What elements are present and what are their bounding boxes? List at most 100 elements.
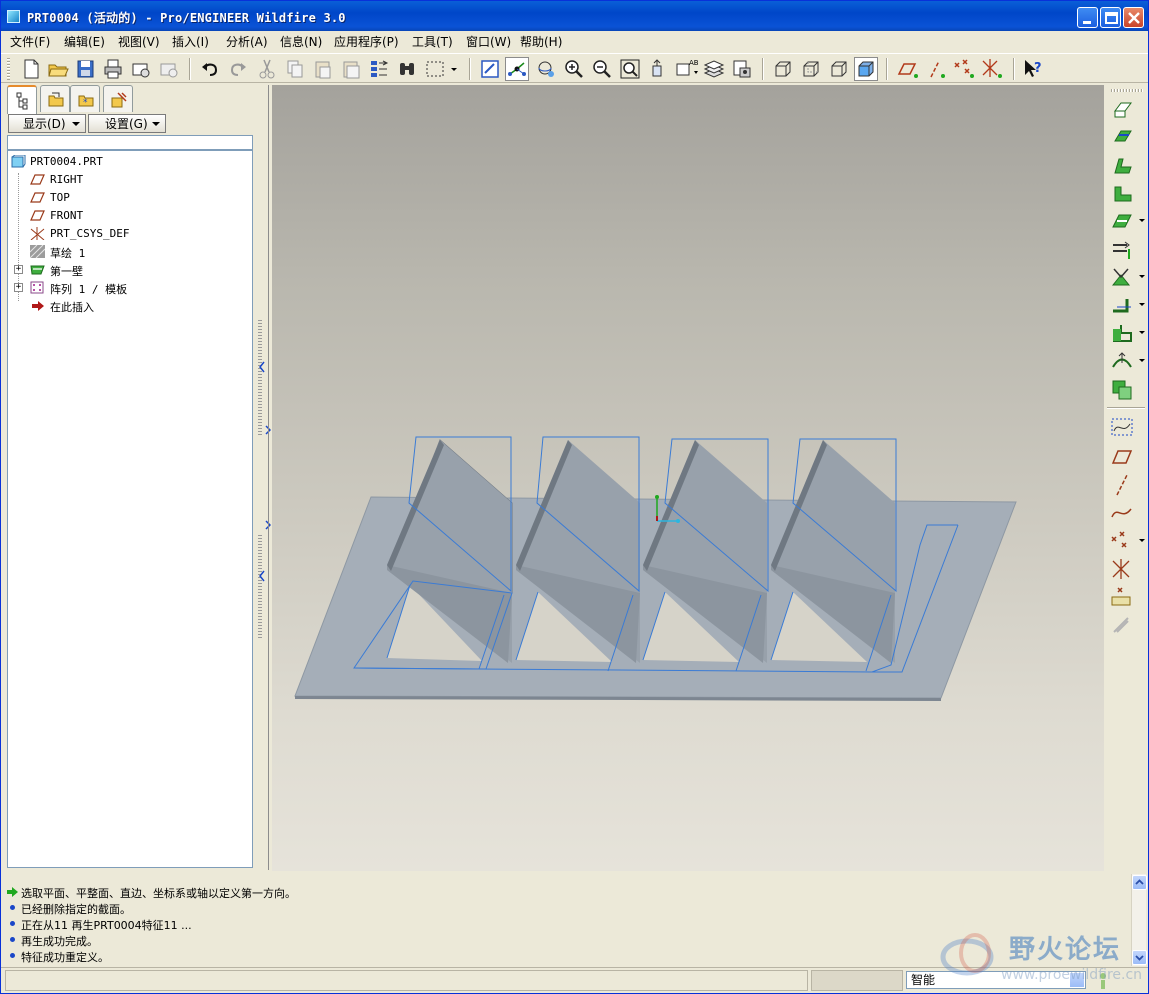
show-dropdown[interactable]: 显示(D) bbox=[8, 114, 86, 133]
tree-item-insert-here[interactable]: 在此插入 bbox=[30, 297, 230, 315]
datum-axes-toggle[interactable] bbox=[923, 57, 947, 81]
message-scrollbar[interactable] bbox=[1131, 874, 1147, 966]
csys-toggle[interactable] bbox=[979, 57, 1003, 81]
graphics-window[interactable] bbox=[272, 85, 1104, 871]
open-file-button[interactable] bbox=[46, 57, 70, 81]
new-file-button[interactable] bbox=[19, 57, 43, 81]
datum-point-button[interactable] bbox=[1109, 529, 1145, 553]
flange-wall-button[interactable] bbox=[1109, 153, 1135, 177]
tree-item-label: 阵列 1 / 模板 bbox=[50, 283, 128, 296]
datum-curve-button[interactable] bbox=[1109, 501, 1135, 525]
datum-axis-button[interactable] bbox=[1109, 473, 1135, 497]
tab-favorites[interactable]: * bbox=[70, 85, 100, 112]
scroll-up-button[interactable] bbox=[1132, 875, 1147, 890]
selection-filter[interactable]: 智能 bbox=[906, 971, 1086, 989]
no-hidden-button[interactable] bbox=[827, 57, 851, 81]
cut-feature-button[interactable] bbox=[1109, 265, 1145, 289]
tab-connections[interactable] bbox=[103, 85, 133, 112]
extend-wall-button[interactable] bbox=[1109, 181, 1135, 205]
scroll-down-button[interactable] bbox=[1132, 950, 1147, 965]
orient-mode-button[interactable] bbox=[534, 57, 558, 81]
toolbar-grip[interactable] bbox=[7, 58, 10, 80]
datum-plane-button[interactable] bbox=[1109, 445, 1135, 469]
datum-planes-toggle[interactable] bbox=[895, 57, 919, 81]
chevron-down-icon[interactable] bbox=[1139, 303, 1145, 306]
tree-item-sketch[interactable]: 草绘 1 bbox=[30, 243, 230, 261]
rip-button[interactable] bbox=[1109, 237, 1135, 261]
repaint-button[interactable] bbox=[478, 57, 502, 81]
minimize-button[interactable] bbox=[1077, 7, 1098, 28]
send-mail-button[interactable] bbox=[129, 57, 153, 81]
menu-file[interactable]: 文件(F) bbox=[10, 33, 50, 50]
layers-button[interactable] bbox=[702, 57, 726, 81]
collapse-left-icon[interactable] bbox=[258, 360, 266, 374]
tree-item-pattern[interactable]: 阵列 1 / 模板 bbox=[30, 279, 230, 297]
menu-tools[interactable]: 工具(T) bbox=[412, 33, 453, 50]
style-button[interactable] bbox=[1109, 415, 1135, 439]
tree-item-part[interactable]: PRT0004.PRT bbox=[11, 153, 211, 171]
tree-item-front[interactable]: FRONT bbox=[30, 207, 230, 225]
menu-view[interactable]: 视图(V) bbox=[118, 33, 160, 50]
flat-wall-button[interactable] bbox=[1109, 125, 1135, 149]
spin-center-button[interactable] bbox=[505, 57, 529, 81]
zoom-out-button[interactable] bbox=[590, 57, 614, 81]
rip-icon bbox=[1113, 241, 1130, 259]
tab-folder-browser[interactable] bbox=[40, 85, 70, 112]
menu-analysis[interactable]: 分析(A) bbox=[226, 33, 268, 50]
chevron-down-icon[interactable] bbox=[1139, 275, 1145, 278]
insert-here-arrow-icon bbox=[32, 301, 44, 311]
saved-views-button[interactable]: AB bbox=[674, 57, 699, 81]
expand-toggle[interactable]: + bbox=[14, 265, 23, 274]
tab-model-tree[interactable] bbox=[7, 85, 37, 114]
chevron-down-icon[interactable] bbox=[1139, 359, 1145, 362]
tree-item-csys[interactable]: PRT_CSYS_DEF bbox=[30, 225, 230, 243]
bend-button[interactable] bbox=[1109, 293, 1145, 317]
collapse-left-icon[interactable] bbox=[258, 569, 266, 583]
shading-button[interactable] bbox=[854, 57, 878, 81]
sheetmetal-model[interactable] bbox=[272, 85, 1104, 871]
tree-filter-bar[interactable] bbox=[7, 135, 253, 150]
toolbar-grip[interactable] bbox=[1111, 89, 1143, 92]
zoom-in-button[interactable] bbox=[562, 57, 586, 81]
datum-points-toggle[interactable] bbox=[951, 57, 975, 81]
maximize-button[interactable] bbox=[1100, 7, 1121, 28]
undo-button[interactable] bbox=[198, 57, 222, 81]
menu-info[interactable]: 信息(N) bbox=[280, 33, 322, 50]
datum-csys-button[interactable] bbox=[1109, 557, 1135, 581]
menu-edit[interactable]: 编辑(E) bbox=[64, 33, 105, 50]
unbend-button[interactable] bbox=[1109, 321, 1145, 345]
settings-dropdown[interactable]: 设置(G) bbox=[88, 114, 166, 133]
selection-box-button[interactable] bbox=[423, 57, 459, 81]
menu-help[interactable]: 帮助(H) bbox=[520, 33, 562, 50]
refit-button[interactable] bbox=[618, 57, 642, 81]
chevron-down-icon[interactable] bbox=[1139, 219, 1145, 222]
menu-window[interactable]: 窗口(W) bbox=[466, 33, 511, 50]
unattached-wall-button[interactable] bbox=[1109, 97, 1135, 121]
view-manager-button[interactable] bbox=[730, 57, 754, 81]
bend-back-button[interactable] bbox=[1109, 349, 1145, 373]
close-button[interactable] bbox=[1123, 7, 1144, 28]
tree-item-right[interactable]: RIGHT bbox=[30, 171, 230, 189]
reorient-button[interactable] bbox=[646, 57, 670, 81]
hidden-line-button[interactable] bbox=[799, 57, 823, 81]
wireframe-button[interactable] bbox=[771, 57, 795, 81]
save-button[interactable] bbox=[73, 57, 97, 81]
chevron-down-icon[interactable] bbox=[1139, 331, 1145, 334]
menu-applications[interactable]: 应用程序(P) bbox=[334, 33, 399, 50]
flat-pattern-icon bbox=[1112, 380, 1132, 400]
find-button[interactable] bbox=[395, 57, 419, 81]
flat-pattern-button[interactable] bbox=[1109, 377, 1135, 401]
panel-splitter[interactable] bbox=[258, 85, 271, 870]
menu-insert[interactable]: 插入(I) bbox=[172, 33, 209, 50]
chevron-down-icon[interactable] bbox=[1070, 973, 1084, 987]
main-toolbar: AB ? bbox=[1, 53, 1148, 83]
tree-item-top[interactable]: TOP bbox=[30, 189, 230, 207]
regenerate-button[interactable] bbox=[367, 57, 391, 81]
print-button[interactable] bbox=[101, 57, 125, 81]
twist-wall-button[interactable] bbox=[1109, 209, 1145, 233]
expand-toggle[interactable]: + bbox=[14, 283, 23, 292]
tree-item-first-wall[interactable]: 第一壁 bbox=[30, 261, 230, 279]
chevron-down-icon[interactable] bbox=[1139, 539, 1145, 542]
datum-point-offset-button[interactable] bbox=[1109, 585, 1135, 609]
context-help-button[interactable]: ? bbox=[1021, 57, 1045, 81]
